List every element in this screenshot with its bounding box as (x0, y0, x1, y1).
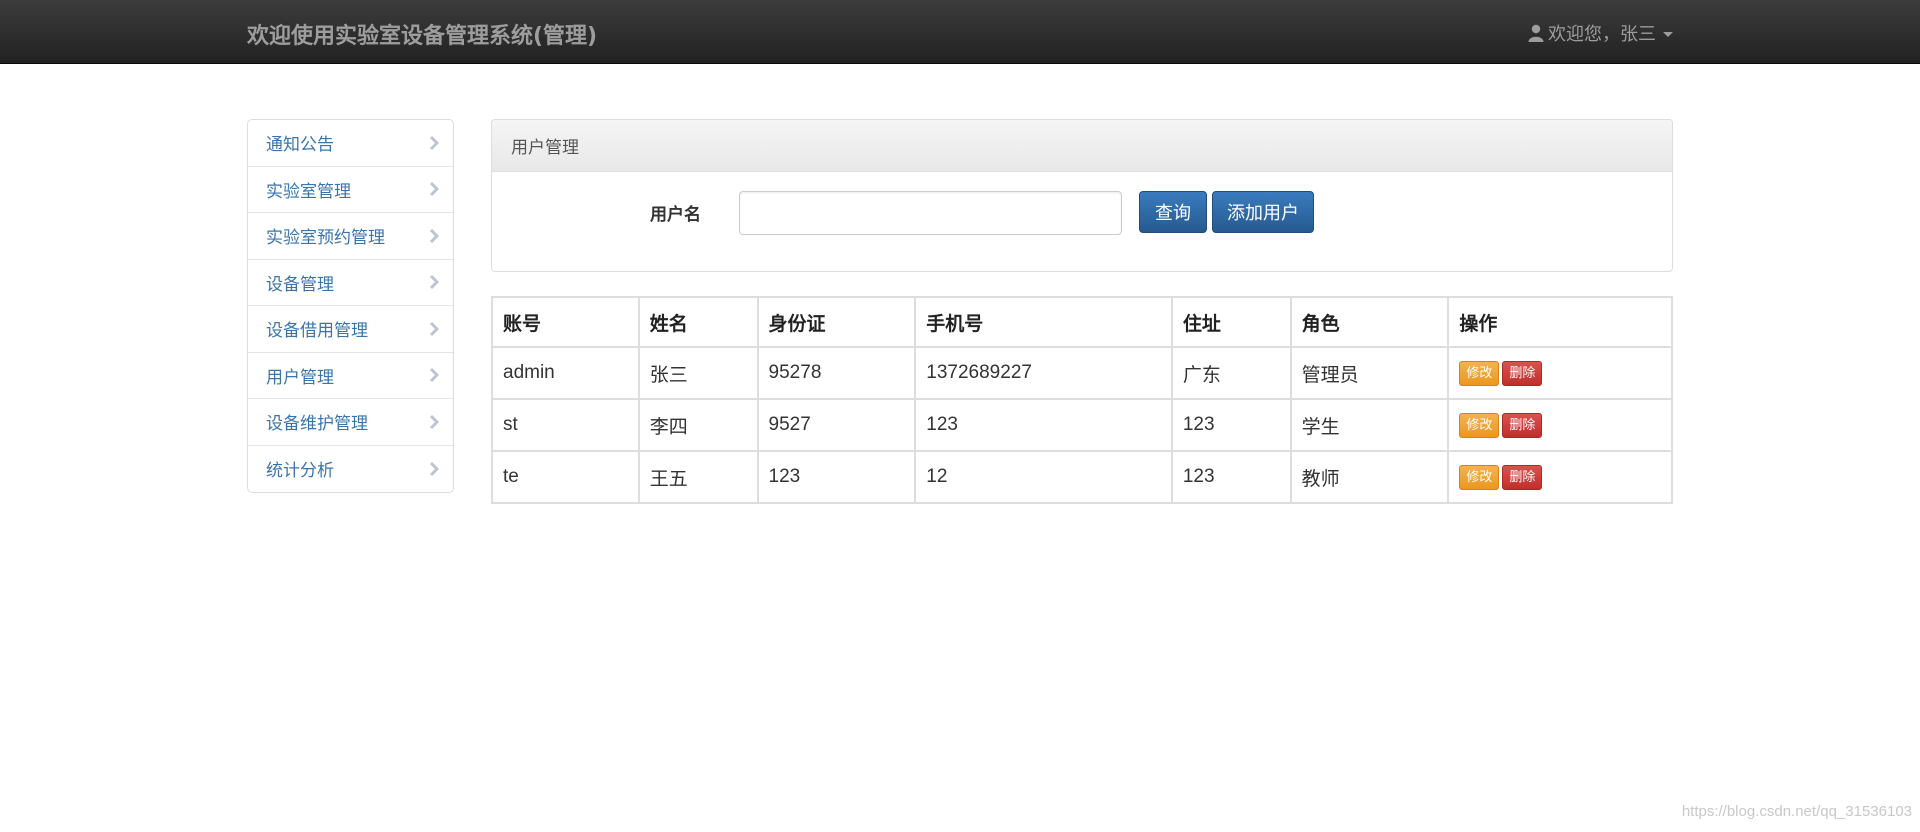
chevron-right-icon (429, 182, 439, 197)
watermark: https://blog.csdn.net/qq_31536103 (1681, 803, 1912, 820)
sidebar-item-label: 用户管理 (266, 367, 334, 388)
sidebar-item-label: 设备维护管理 (266, 414, 368, 435)
header-name: 姓名 (637, 296, 759, 348)
header-id-card: 身份证 (756, 296, 917, 348)
user-search-panel: 用户管理 用户名 查询 添加用户 (491, 119, 1673, 272)
delete-button[interactable]: 删除 (1502, 360, 1543, 386)
cell-id-card: 123 (756, 450, 917, 504)
sidebar-item-label: 设备管理 (266, 274, 334, 295)
chevron-right-icon (429, 228, 439, 243)
header-actions: 操作 (1447, 296, 1673, 348)
sidebar-item-label: 通知公告 (266, 135, 334, 156)
cell-address: 广东 (1170, 346, 1292, 400)
cell-name: 张三 (637, 346, 759, 400)
sidebar-item-users[interactable]: 用户管理 (248, 353, 453, 399)
panel-heading: 用户管理 (492, 120, 1672, 172)
sidebar-item-equipment[interactable]: 设备管理 (248, 260, 453, 306)
cell-name: 王五 (637, 450, 759, 504)
cell-address: 123 (1170, 450, 1292, 504)
cell-phone: 123 (914, 398, 1173, 452)
delete-button[interactable]: 删除 (1502, 464, 1543, 490)
edit-button[interactable]: 修改 (1459, 464, 1500, 490)
sidebar-item-label: 实验室管理 (266, 181, 351, 202)
sidebar-item-label: 设备借用管理 (266, 321, 368, 342)
chevron-right-icon (429, 135, 439, 150)
app-title[interactable]: 欢迎使用实验室设备管理系统(管理) (247, 18, 597, 50)
table-row: te 王五 123 12 123 教师 修改 删除 (491, 450, 1673, 504)
cell-role: 学生 (1289, 398, 1450, 452)
panel-title: 用户管理 (511, 138, 579, 158)
cell-address: 123 (1170, 398, 1292, 452)
cell-account: st (491, 398, 640, 452)
table-header-row: 账号 姓名 身份证 手机号 住址 角色 操作 (491, 296, 1673, 348)
table-row: st 李四 9527 123 123 学生 修改 删除 (491, 398, 1673, 452)
cell-actions: 修改 删除 (1447, 346, 1673, 400)
user-icon (1528, 24, 1544, 42)
sidebar-item-notice[interactable]: 通知公告 (248, 120, 453, 167)
cell-role: 管理员 (1289, 346, 1450, 400)
header-address: 住址 (1170, 296, 1292, 348)
username-search-input[interactable] (739, 191, 1122, 235)
chevron-right-icon (429, 461, 439, 476)
cell-id-card: 95278 (756, 346, 917, 400)
user-dropdown[interactable]: 欢迎您，张三 (1528, 20, 1673, 46)
table-row: admin 张三 95278 1372689227 广东 管理员 修改 删除 (491, 346, 1673, 400)
cell-name: 李四 (637, 398, 759, 452)
chevron-right-icon (429, 414, 439, 429)
cell-account: admin (491, 346, 640, 400)
cell-actions: 修改 删除 (1447, 398, 1673, 452)
header-role: 角色 (1289, 296, 1450, 348)
edit-button[interactable]: 修改 (1459, 360, 1500, 386)
cell-role: 教师 (1289, 450, 1450, 504)
sidebar-item-maintenance[interactable]: 设备维护管理 (248, 399, 453, 446)
cell-actions: 修改 删除 (1447, 450, 1673, 504)
edit-button[interactable]: 修改 (1459, 412, 1500, 438)
sidebar-item-equipment-borrow[interactable]: 设备借用管理 (248, 306, 453, 353)
sidebar-item-statistics[interactable]: 统计分析 (248, 446, 453, 493)
cell-account: te (491, 450, 640, 504)
cell-phone: 12 (914, 450, 1173, 504)
query-button[interactable]: 查询 (1139, 191, 1207, 233)
header-phone: 手机号 (914, 296, 1173, 348)
delete-button[interactable]: 删除 (1502, 412, 1543, 438)
caret-down-icon (1663, 31, 1673, 37)
chevron-right-icon (429, 368, 439, 383)
sidebar-item-lab[interactable]: 实验室管理 (248, 167, 453, 213)
sidebar-item-label: 统计分析 (266, 461, 334, 482)
sidebar-item-lab-booking[interactable]: 实验室预约管理 (248, 213, 453, 260)
chevron-right-icon (429, 275, 439, 290)
username-label: 用户名 (650, 205, 701, 225)
chevron-right-icon (429, 321, 439, 336)
user-greeting: 欢迎您，张三 (1548, 24, 1656, 45)
cell-id-card: 9527 (756, 398, 917, 452)
sidebar-item-label: 实验室预约管理 (266, 228, 385, 249)
cell-phone: 1372689227 (914, 346, 1173, 400)
add-user-button[interactable]: 添加用户 (1212, 191, 1314, 233)
header-account: 账号 (491, 296, 640, 348)
users-table: 账号 姓名 身份证 手机号 住址 角色 操作 admin 张三 95278 13… (491, 296, 1673, 504)
sidebar-nav: 通知公告 实验室管理 实验室预约管理 设备管理 设备借用管理 用户管理 设备维护… (247, 119, 454, 493)
top-navbar: 欢迎使用实验室设备管理系统(管理) 欢迎您，张三 (0, 0, 1920, 64)
